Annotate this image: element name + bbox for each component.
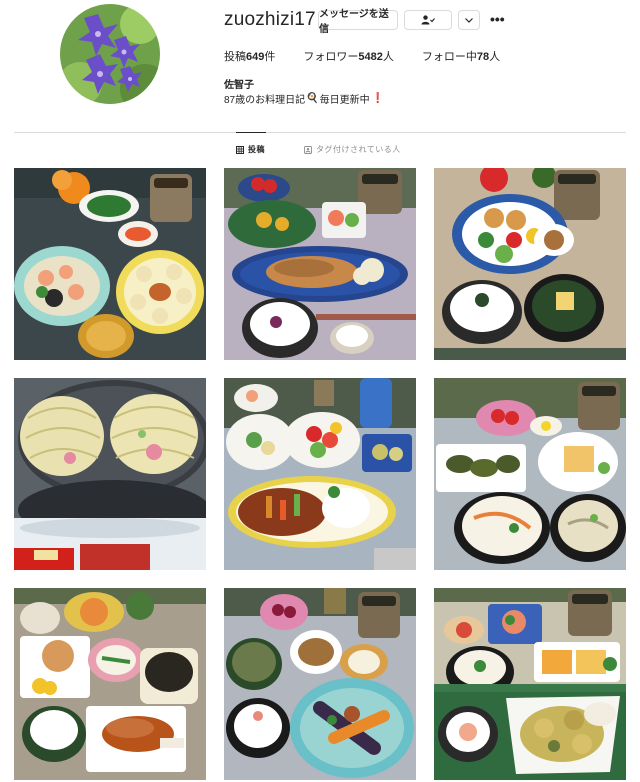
food-photo-image [434,588,626,780]
post-thumbnail[interactable] [224,588,416,780]
followers-value: 5482 [358,51,383,63]
full-name: 佐智子 [224,80,254,91]
food-photo-image [224,588,416,780]
active-tab-indicator [236,132,266,133]
username: zuozhizi17 [224,9,316,30]
tabs-divider [14,132,626,133]
following-unit: 人 [489,51,501,63]
followers-label: フォロワー [303,51,359,63]
suggested-accounts-button[interactable] [458,10,480,30]
exclamation-emoji-icon: ❗ [371,93,385,104]
chevron-down-icon [465,17,473,23]
post-thumbnail[interactable] [224,378,416,570]
post-thumbnail[interactable] [434,168,626,360]
avatar-flower-image [60,4,160,104]
bio-text-after: 毎日更新中 [319,95,370,106]
grid-icon [236,145,244,154]
tab-posts[interactable]: 投稿 [236,144,265,155]
posts-value: 649 [246,51,265,63]
food-photo-image [224,168,416,360]
post-thumbnail[interactable] [14,168,206,360]
profile-header: zuozhizi17 メッセージを送信 ••• 投稿649件 フォロワー5482… [0,0,640,120]
profile-stats: 投稿649件 フォロワー5482人 フォロー中78人 [224,48,528,64]
food-photo-image [14,588,206,780]
send-message-button[interactable]: メッセージを送信 [318,9,398,35]
bio-text-before: 87歳のお料理日記 [224,95,306,106]
food-photo-image [14,168,206,360]
post-thumbnail[interactable] [14,378,206,570]
cooking-emoji-icon: 🍳 [306,93,319,104]
tab-tagged-label: タグ付けされている人 [316,145,401,154]
more-options-icon[interactable]: ••• [490,12,508,26]
post-thumbnail[interactable] [434,378,626,570]
food-photo-image [224,378,416,570]
post-thumbnail[interactable] [434,588,626,780]
posts-count[interactable]: 投稿649件 [224,48,275,64]
tab-tagged[interactable]: タグ付けされている人 [304,144,401,155]
following-value: 78 [476,51,490,63]
posts-unit: 件 [264,51,276,63]
followers-unit: 人 [382,51,394,63]
post-thumbnail[interactable] [14,588,206,780]
following-button[interactable] [404,10,452,30]
posts-label: 投稿 [224,51,246,63]
avatar[interactable] [60,4,160,104]
bio: 87歳のお料理日記 🍳 毎日更新中 ❗ [224,91,384,106]
food-photo-image [434,378,626,570]
post-thumbnail[interactable] [224,168,416,360]
person-check-icon [421,15,435,25]
followers-count[interactable]: フォロワー5482人 [303,48,393,64]
following-label: フォロー中 [421,51,477,63]
following-count[interactable]: フォロー中78人 [422,48,500,64]
tab-posts-label: 投稿 [248,145,265,154]
food-photo-image [14,378,206,570]
food-photo-image [434,168,626,360]
tagged-person-icon [304,145,312,154]
